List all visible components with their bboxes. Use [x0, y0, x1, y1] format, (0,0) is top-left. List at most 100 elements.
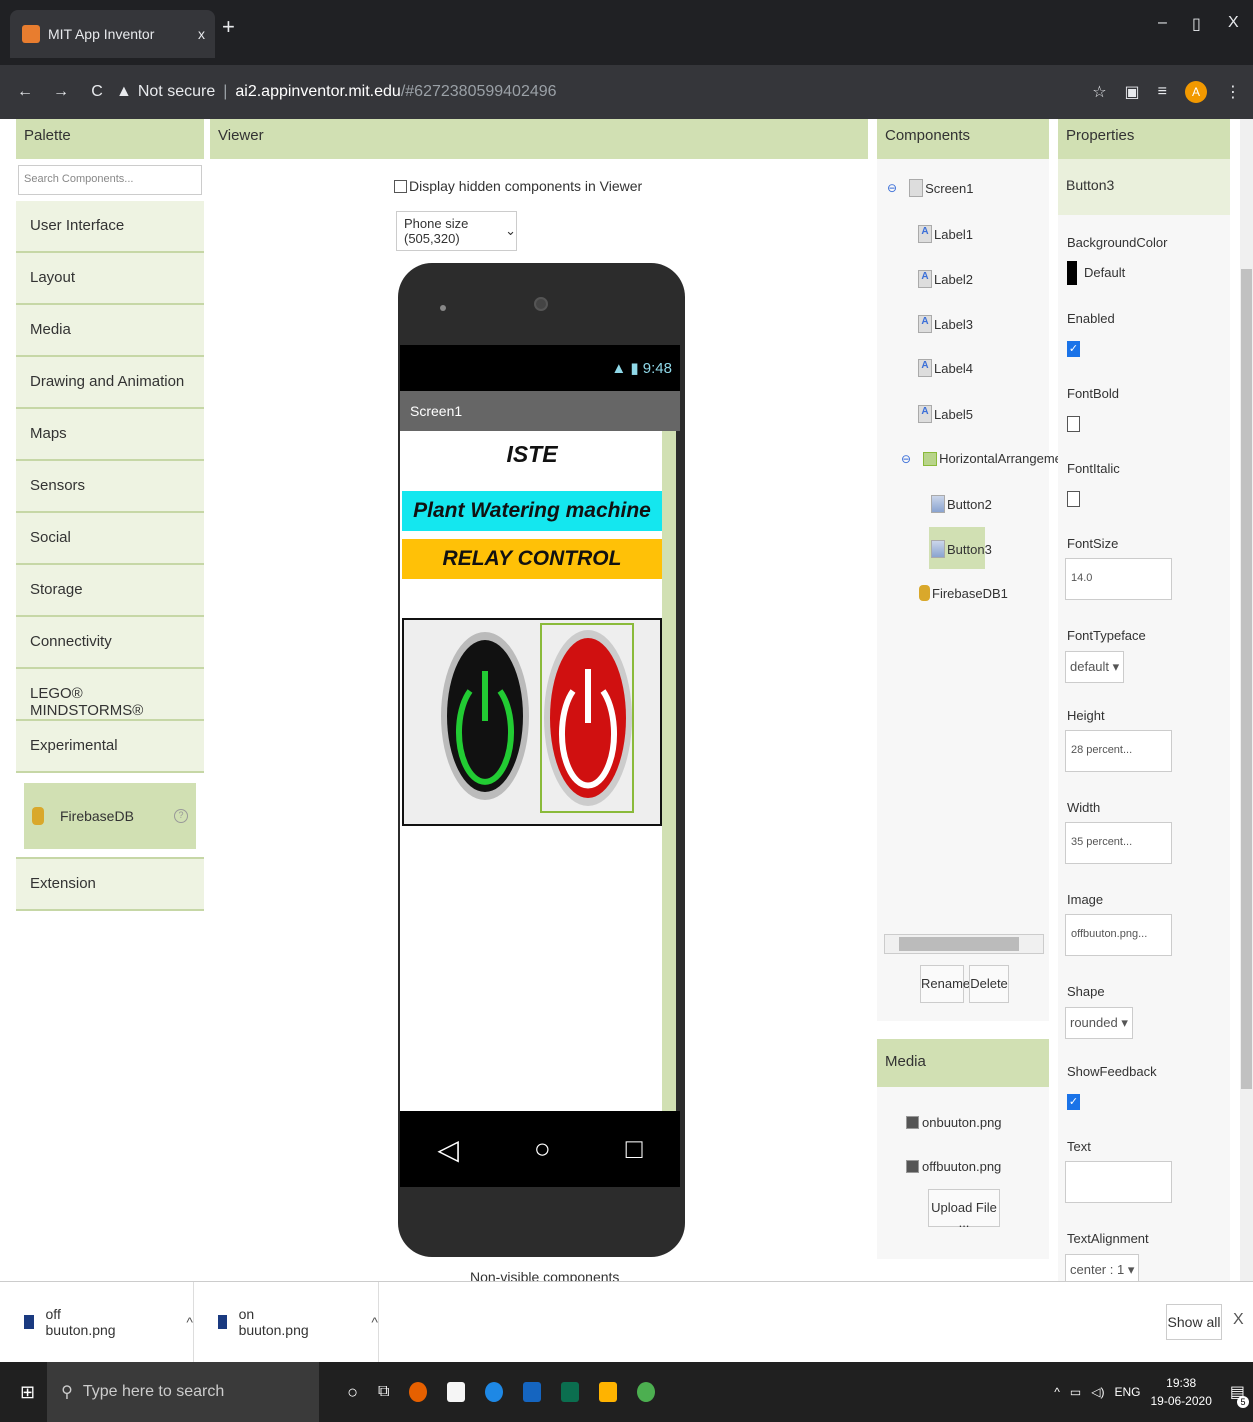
prop-fonttypeface-select[interactable]: default ▾	[1065, 651, 1125, 683]
palette-social[interactable]: Social	[16, 513, 204, 565]
label-relay-control[interactable]: RELAY CONTROL	[402, 539, 662, 579]
prop-width-input[interactable]: 35 percent...	[1065, 822, 1172, 864]
screen-icon	[909, 179, 924, 197]
volume-icon[interactable]: ◁)	[1091, 1385, 1104, 1399]
file-explorer-icon[interactable]	[599, 1382, 618, 1402]
prop-showfeedback-checkbox[interactable]: ✓	[1067, 1094, 1080, 1110]
label-icon: A	[918, 359, 932, 377]
tree-label4[interactable]: A Label4	[918, 359, 973, 377]
edge-icon[interactable]	[485, 1382, 504, 1402]
label-iste[interactable]: ISTE	[402, 441, 662, 468]
tree-button3[interactable]: Button3	[931, 540, 992, 558]
prop-fontsize-input[interactable]: 14.0	[1065, 558, 1172, 600]
color-swatch[interactable]	[1067, 261, 1077, 285]
minimize-button[interactable]: –	[1158, 14, 1167, 32]
tree-label1[interactable]: A Label1	[918, 225, 973, 243]
store-icon[interactable]	[447, 1382, 466, 1402]
prop-height-input[interactable]: 28 percent...	[1065, 730, 1172, 772]
tree-screen1[interactable]: ⊖ Screen1	[887, 179, 973, 197]
browser-menu-icon[interactable]: ⋮	[1225, 82, 1241, 102]
prop-fontitalic-checkbox[interactable]	[1067, 491, 1080, 507]
tray-chevron-icon[interactable]: ^	[1054, 1385, 1060, 1399]
extension-icon[interactable]: ▣	[1125, 82, 1140, 102]
palette-user-interface[interactable]: User Interface	[16, 201, 204, 253]
tree-firebase[interactable]: FirebaseDB1	[919, 585, 1008, 601]
close-window-button[interactable]: X	[1228, 14, 1239, 32]
new-tab-button[interactable]: +	[222, 14, 235, 40]
network-icon[interactable]: ▭	[1070, 1385, 1081, 1399]
taskbar-search-input[interactable]: ⚲ Type here to search	[47, 1362, 320, 1422]
phone-size-select[interactable]: Phone size (505,320) ⌄	[396, 211, 517, 251]
download-item-on[interactable]: on buuton.png ^	[194, 1281, 379, 1363]
app-icon[interactable]	[561, 1382, 580, 1402]
prop-fontbold-checkbox[interactable]	[1067, 416, 1080, 432]
palette-maps[interactable]: Maps	[16, 409, 204, 461]
palette-drawing-animation[interactable]: Drawing and Animation	[16, 357, 204, 409]
prop-text-input[interactable]	[1065, 1161, 1172, 1203]
upload-file-button[interactable]: Upload File ...	[928, 1189, 1000, 1230]
tree-horizontal-arrangement[interactable]: ⊖ HorizontalArrangement1	[901, 451, 1080, 466]
palette-experimental[interactable]: Experimental	[16, 721, 204, 773]
prop-width-label: Width	[1067, 800, 1101, 815]
prop-image-input[interactable]: offbuuton.png...	[1065, 914, 1172, 956]
chevron-up-icon[interactable]: ^	[186, 1314, 193, 1330]
chevron-up-icon[interactable]: ^	[371, 1314, 378, 1330]
tab-close-icon[interactable]: x	[198, 26, 205, 42]
browser-tab[interactable]: MIT App Inventor x	[10, 10, 215, 58]
palette-search-input[interactable]: Search Components...	[18, 165, 202, 195]
label-plant-watering[interactable]: Plant Watering machine	[402, 491, 662, 531]
palette-extension[interactable]: Extension	[16, 859, 204, 911]
palette-connectivity[interactable]: Connectivity	[16, 617, 204, 669]
palette-storage[interactable]: Storage	[16, 565, 204, 617]
bookmark-star-icon[interactable]: ☆	[1092, 82, 1106, 102]
media-file-off[interactable]: offbuuton.png	[906, 1159, 1001, 1174]
help-icon[interactable]: ?	[174, 809, 188, 823]
maximize-button[interactable]: ▯	[1192, 14, 1201, 34]
show-all-button[interactable]: Show all	[1166, 1304, 1222, 1340]
mail-icon[interactable]	[523, 1382, 542, 1402]
button2-on-power-icon[interactable]	[440, 631, 530, 801]
prop-bgcolor-value[interactable]: Default	[1084, 265, 1125, 280]
profile-avatar[interactable]: A	[1185, 81, 1207, 103]
download-bar-close-icon[interactable]: X	[1233, 1311, 1244, 1329]
forward-icon[interactable]: →	[50, 83, 72, 101]
tree-label: Button2	[947, 496, 992, 512]
page-scrollbar[interactable]	[1240, 119, 1253, 1281]
image-file-icon	[906, 1160, 919, 1173]
palette-layout[interactable]: Layout	[16, 253, 204, 305]
tree-label2[interactable]: A Label2	[918, 270, 973, 288]
chrome-icon[interactable]	[637, 1382, 656, 1402]
prop-shape-select[interactable]: rounded ▾	[1065, 1007, 1133, 1039]
palette-lego[interactable]: LEGO® MINDSTORMS®	[16, 669, 204, 721]
checkbox-box[interactable]	[394, 179, 407, 193]
windows-start-icon[interactable]: ⊞	[20, 1382, 35, 1403]
clock[interactable]: 19:38 19-06-2020	[1150, 1374, 1211, 1410]
prop-textalign-select[interactable]: center : 1 ▾	[1065, 1254, 1140, 1281]
firefox-icon[interactable]	[409, 1382, 428, 1402]
back-icon[interactable]: ←	[14, 83, 36, 101]
language-indicator[interactable]: ENG	[1114, 1385, 1140, 1399]
reload-icon[interactable]: C	[86, 83, 108, 101]
delete-button[interactable]: Delete	[969, 965, 1009, 1003]
collapse-icon[interactable]: ⊖	[901, 452, 911, 466]
cortana-icon[interactable]: ○	[347, 1382, 358, 1403]
palette-sensors[interactable]: Sensors	[16, 461, 204, 513]
notification-icon[interactable]: ▤ 5	[1230, 1382, 1249, 1408]
components-hscrollbar[interactable]	[884, 934, 1044, 954]
task-view-icon[interactable]: ⧉	[378, 1383, 389, 1401]
reading-list-icon[interactable]: ≡	[1158, 83, 1167, 101]
palette-firebase-item[interactable]: FirebaseDB ?	[16, 773, 204, 859]
rename-button[interactable]: Rename	[920, 965, 970, 1003]
prop-enabled-checkbox[interactable]: ✓	[1067, 341, 1080, 357]
palette-media[interactable]: Media	[16, 305, 204, 357]
collapse-icon[interactable]: ⊖	[887, 181, 897, 195]
tree-label5[interactable]: A Label5	[918, 405, 973, 423]
download-item-off[interactable]: off buuton.png ^	[0, 1281, 194, 1363]
tree-button2[interactable]: Button2	[931, 495, 992, 513]
clock-time: 19:38	[1166, 1376, 1197, 1390]
media-file-on[interactable]: onbuuton.png	[906, 1115, 1002, 1130]
display-hidden-checkbox[interactable]: Display hidden components in Viewer	[394, 178, 642, 194]
address-bar[interactable]: ▲ Not secure | ai2.appinventor.mit.edu /…	[116, 83, 557, 101]
tree-label3[interactable]: A Label3	[918, 315, 973, 333]
button3-selection-outline[interactable]	[540, 623, 634, 813]
